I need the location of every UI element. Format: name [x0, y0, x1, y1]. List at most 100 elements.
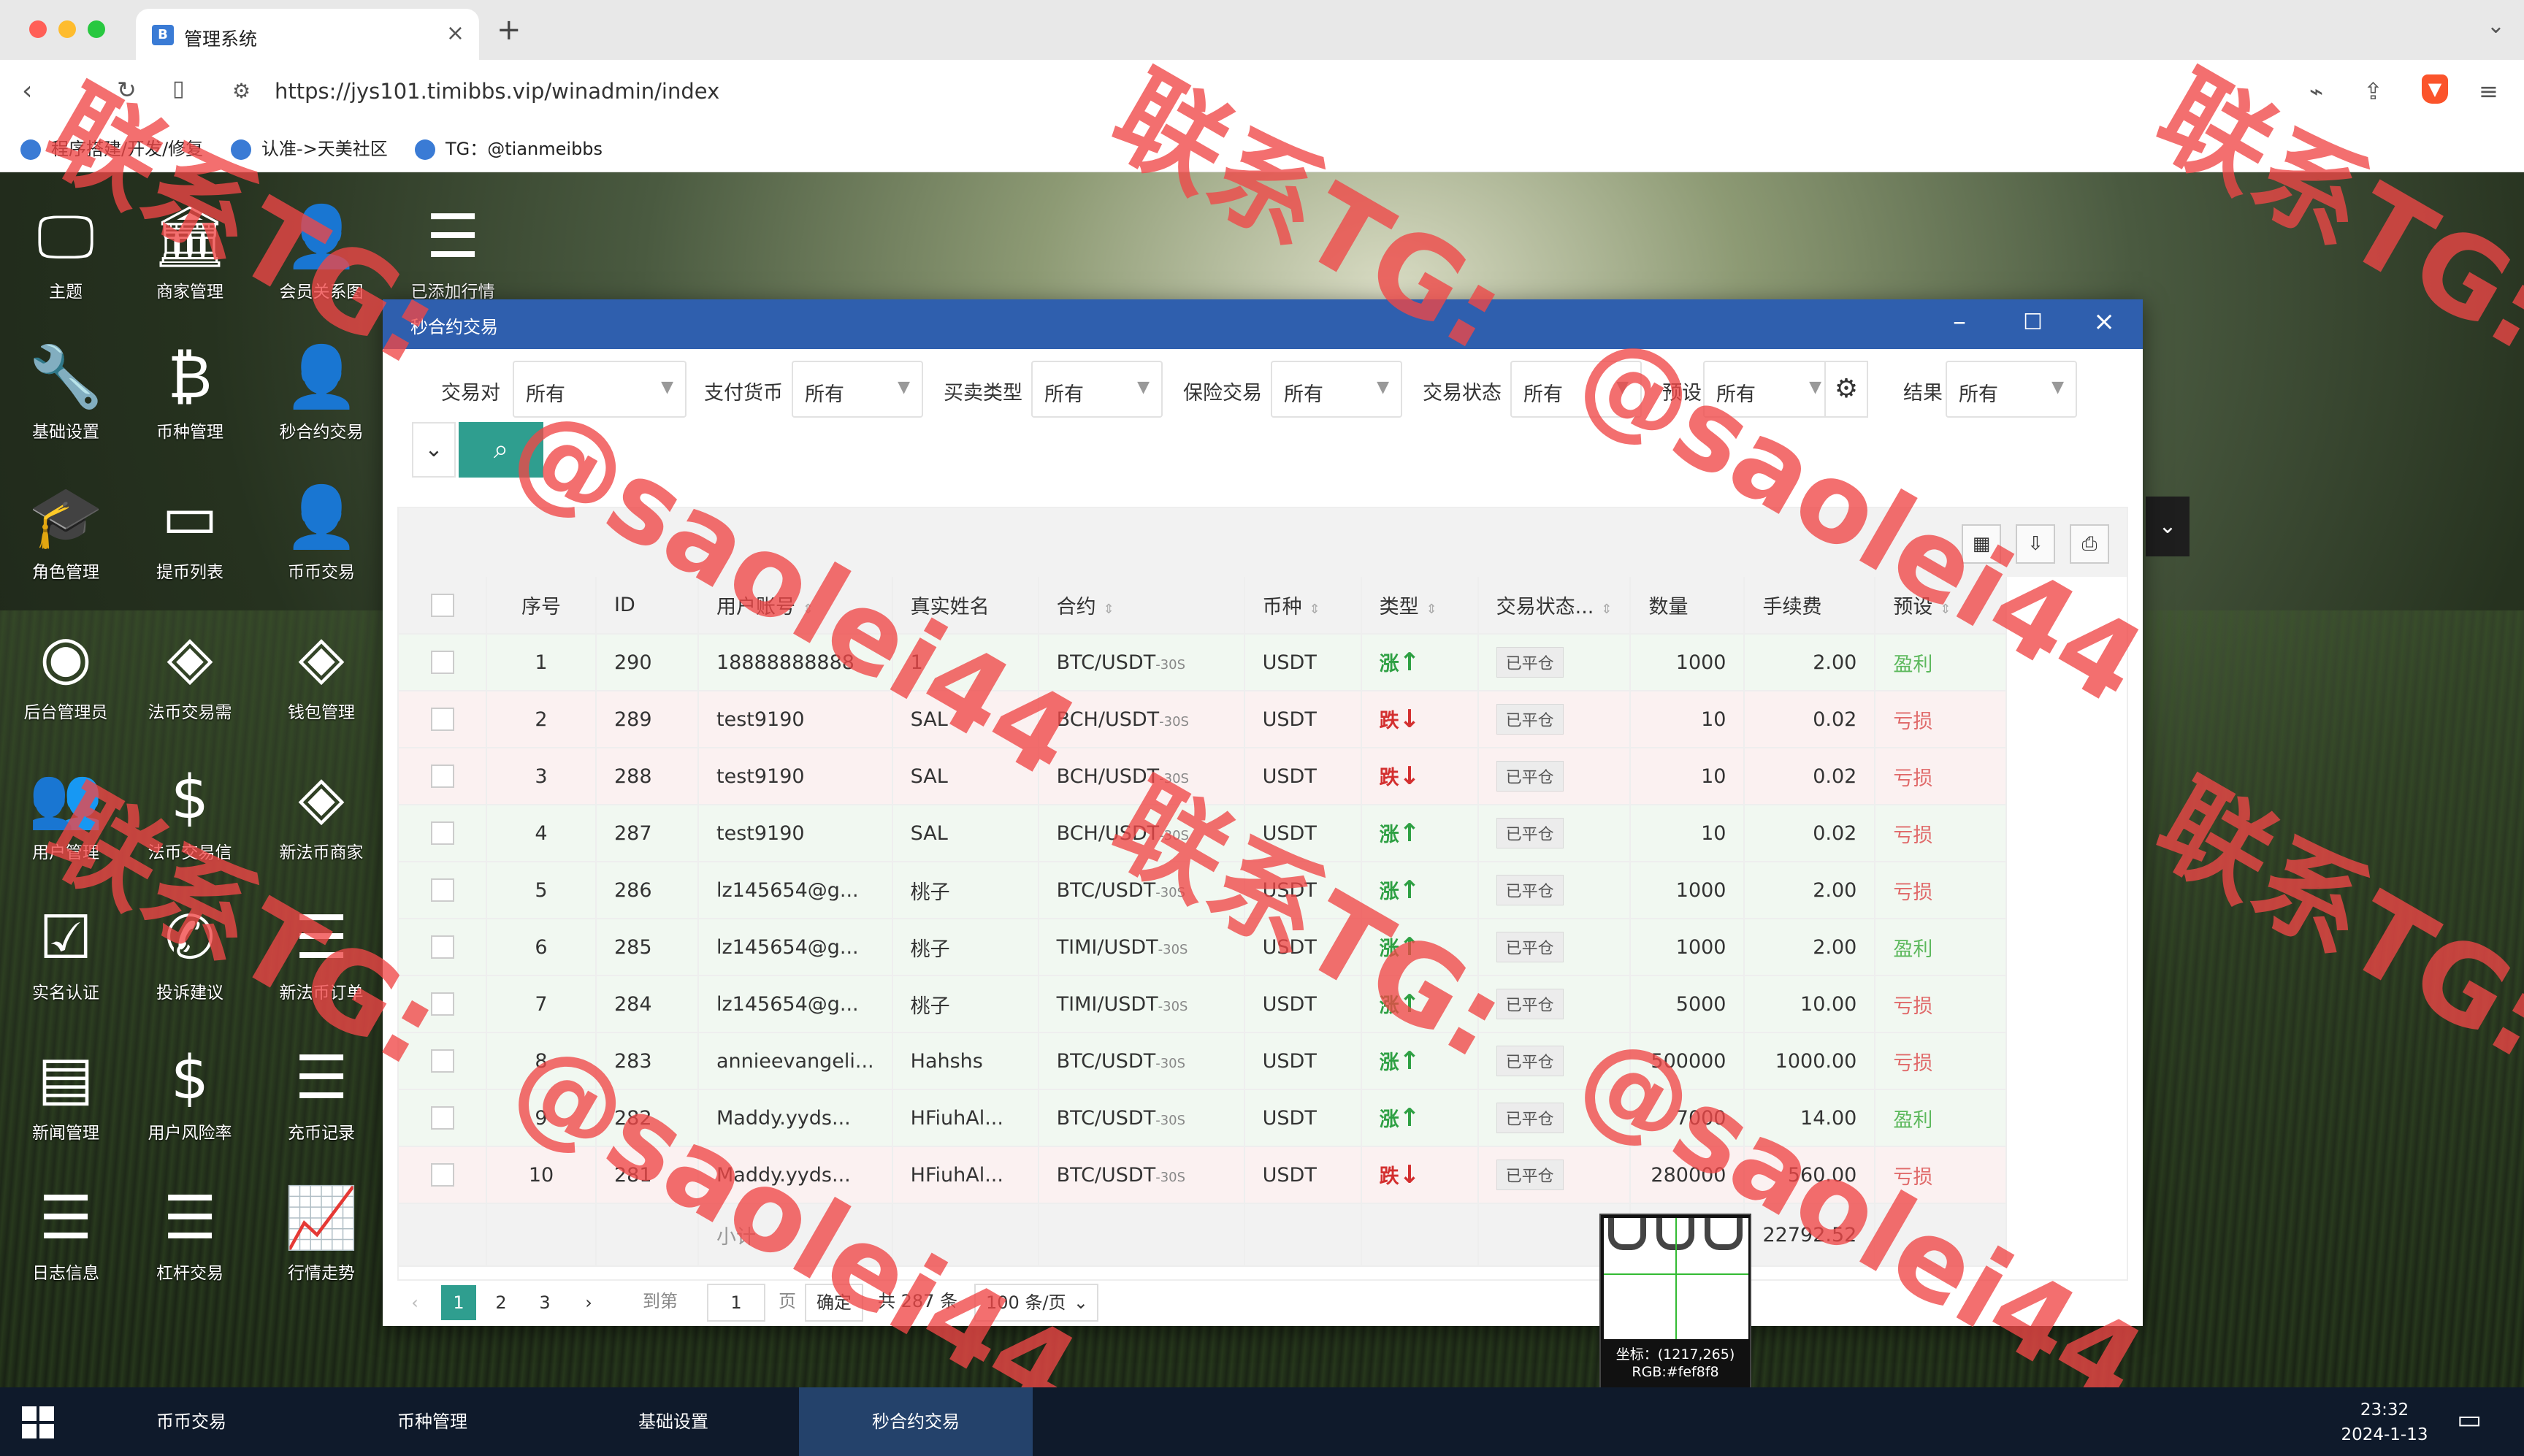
desktop-icon-logs[interactable]: ☰ 日志信息 [0, 1179, 131, 1317]
row-checkbox[interactable] [399, 691, 487, 748]
table-row[interactable]: 7 284 lz145654@g... 桃子 TIMI/USDT-30S USDT 涨↑ 已平… [399, 976, 2008, 1033]
desktop-icon-fiat-demand[interactable]: ◈ 法币交易需 [124, 618, 256, 756]
desktop-icon-base-settings[interactable]: 🔧 基础设置 [0, 337, 131, 476]
page-size-select[interactable]: 100 条/页 ⌄ [974, 1284, 1098, 1322]
desktop-icon-second-contract[interactable]: 👤 秒合约交易 [256, 337, 387, 476]
desktop-icon-risk-rate[interactable]: $ 用户风险率 [124, 1038, 256, 1177]
col-header-preset[interactable]: 预设 ⇕ [1875, 577, 2008, 635]
columns-icon[interactable]: ▦ [1962, 524, 2001, 564]
notification-icon[interactable]: ▭ [2457, 1405, 2482, 1435]
sort-icon[interactable]: ⇕ [1940, 602, 1951, 617]
col-header-status[interactable]: 交易状态... ⇕ [1477, 577, 1632, 635]
filter-insurance-select[interactable]: 所有 ▼ [1271, 361, 1402, 418]
col-header-contract[interactable]: 合约 ⇕ [1038, 577, 1245, 635]
zoom-window-button[interactable] [88, 20, 105, 38]
desktop-icon-withdraw-list[interactable]: ▭ 提币列表 [124, 478, 256, 616]
bookmark-item[interactable]: TG：@tianmeibbs [415, 134, 603, 160]
close-window-button[interactable] [29, 20, 47, 38]
col-header-account[interactable]: 用户账号 ⇕ [698, 577, 893, 635]
back-icon[interactable]: ‹ [22, 76, 32, 106]
table-row[interactable]: 2 289 test9190 SAL BCH/USDT-30S USDT 跌↓ 已平仓 10 0.… [399, 691, 2008, 748]
bookmark-icon[interactable]: ▯ [172, 76, 185, 101]
desktop-icon-deposits[interactable]: ☰ 充币记录 [256, 1038, 387, 1177]
row-checkbox[interactable] [399, 748, 487, 805]
background-dropdown-chevron-icon[interactable]: ⌄ [2146, 497, 2190, 556]
taskbar-item-coin-manage[interactable]: 币种管理 [316, 1387, 549, 1456]
windows-start-icon[interactable] [22, 1406, 54, 1438]
minimize-icon[interactable]: – [1953, 307, 1966, 337]
site-info-icon[interactable]: ⚙ [232, 79, 251, 103]
desktop-icon-users[interactable]: 👥 用户管理 [0, 758, 131, 897]
sort-icon[interactable]: ⇕ [1104, 602, 1114, 617]
window-title-bar[interactable]: 秒合约交易 – ☐ × [383, 299, 2143, 349]
desktop-icon-wallet[interactable]: ◈ 钱包管理 [256, 618, 387, 756]
bookmark-item[interactable]: 认准->天美社区 [231, 134, 388, 160]
row-checkbox[interactable] [399, 1032, 487, 1090]
export-icon[interactable]: ⇩ [2016, 524, 2055, 564]
desktop-icon-member-tree[interactable]: 👤 会员关系图 [256, 197, 387, 336]
page-button-2[interactable]: 2 [483, 1285, 519, 1320]
taskbar-item-second-contract[interactable]: 秒合约交易 [799, 1387, 1033, 1456]
page-button-3[interactable]: 3 [527, 1285, 562, 1320]
gear-icon[interactable]: ⚙ [1824, 361, 1868, 418]
desktop-icon-complaints[interactable]: ✆ 投诉建议 [124, 898, 256, 1037]
row-checkbox[interactable] [399, 805, 487, 862]
table-row[interactable]: 1 290 18888888888 1 BTC/USDT-30S USDT 涨↑ 已平仓 100… [399, 634, 2008, 691]
search-button[interactable]: ⌕ [459, 422, 543, 478]
taskbar-item-coin-trade[interactable]: 币币交易 [74, 1387, 308, 1456]
next-page-icon[interactable]: › [571, 1285, 606, 1320]
filter-pair-select[interactable]: 所有 ▼ [513, 361, 687, 418]
desktop-icon-market-trend[interactable]: 📈 行情走势 [256, 1179, 387, 1317]
desktop-icon-leverage[interactable]: ☰ 杠杆交易 [124, 1179, 256, 1317]
table-row[interactable]: 4 287 test9190 SAL BCH/USDT-30S USDT 涨↑ 已平仓 10 0.… [399, 805, 2008, 862]
desktop-icon-theme[interactable]: 🖵 主题 [0, 197, 131, 336]
url-bar[interactable]: https://jys101.timibbs.vip/winadmin/inde… [275, 79, 719, 104]
reload-icon[interactable]: ↻ [117, 76, 137, 104]
col-header-type[interactable]: 类型 ⇕ [1361, 577, 1479, 635]
desktop-icon-kyc[interactable]: ☑ 实名认证 [0, 898, 131, 1037]
share-icon[interactable]: ⇪ [2363, 77, 2383, 105]
filter-side-select[interactable]: 所有 ▼ [1031, 361, 1163, 418]
sort-icon[interactable]: ⇕ [1309, 602, 1320, 617]
row-checkbox[interactable] [399, 976, 487, 1033]
table-row[interactable]: 8 283 annieevangeli... Hahshs BTC/USDT-30S US… [399, 1032, 2008, 1090]
desktop-icon-fiat-info[interactable]: $ 法币交易信 [124, 758, 256, 897]
desktop-icon-roles[interactable]: 🎓 角色管理 [0, 478, 131, 616]
tab-list-chevron-icon[interactable]: ⌄ [2487, 13, 2505, 39]
filter-currency-select[interactable]: 所有 ▼ [792, 361, 923, 418]
row-checkbox[interactable] [399, 634, 487, 691]
table-row[interactable]: 9 282 Maddy.yyds... HFiuhAl... BTC/USDT-30S U… [399, 1089, 2008, 1147]
expand-filters-chevron-icon[interactable]: ⌄ [412, 422, 456, 478]
page-button-1[interactable]: 1 [441, 1285, 476, 1320]
sort-icon[interactable]: ⇕ [803, 602, 814, 617]
sort-icon[interactable]: ⇕ [1426, 602, 1437, 617]
print-icon[interactable]: ⎙ [2070, 524, 2109, 564]
brave-shield-icon[interactable]: ▼ [2422, 74, 2448, 104]
goto-page-input[interactable]: 1 [707, 1284, 765, 1322]
filter-result-select[interactable]: 所有 ▼ [1946, 361, 2077, 418]
goto-confirm-button[interactable]: 确定 [805, 1284, 863, 1322]
taskbar-item-base-settings[interactable]: 基础设置 [557, 1387, 790, 1456]
browser-tab[interactable]: B 管理系统 × [136, 9, 479, 60]
table-row[interactable]: 3 288 test9190 SAL BCH/USDT-30S USDT 跌↓ 已平仓 10 0.… [399, 748, 2008, 805]
desktop-icon-news[interactable]: ▤ 新闻管理 [0, 1038, 131, 1177]
row-checkbox[interactable] [399, 1146, 487, 1204]
select-all-checkbox[interactable] [399, 577, 487, 635]
prev-page-icon[interactable]: ‹ [397, 1285, 432, 1320]
desktop-icon-coin-trade[interactable]: 👤 币币交易 [256, 478, 387, 616]
desktop-icon-merchant[interactable]: 🏛 商家管理 [124, 197, 256, 336]
row-checkbox[interactable] [399, 1089, 487, 1147]
new-tab-button[interactable]: + [497, 13, 521, 47]
filter-status-select[interactable]: 所有 ▼ [1510, 361, 1642, 418]
key-icon[interactable]: ⌁ [2309, 77, 2323, 105]
bookmark-item[interactable]: 程序搭建/开发/修复 [20, 134, 203, 160]
desktop-icon-new-fiat-merchant[interactable]: ◈ 新法币商家 [256, 758, 387, 897]
sort-icon[interactable]: ⇕ [1601, 602, 1612, 617]
col-header-coin[interactable]: 币种 ⇕ [1244, 577, 1362, 635]
tab-close-icon[interactable]: × [446, 20, 464, 46]
maximize-icon[interactable]: ☐ [2023, 310, 2043, 335]
filter-preset-select[interactable]: 所有 ▼ [1703, 361, 1835, 418]
desktop-icon-new-fiat-orders[interactable]: ☰ 新法币订单 [256, 898, 387, 1037]
desktop-icon-coin-manage[interactable]: ₿ 币种管理 [124, 337, 256, 476]
system-clock[interactable]: 23:32 2024-1-13 [2315, 1398, 2454, 1447]
